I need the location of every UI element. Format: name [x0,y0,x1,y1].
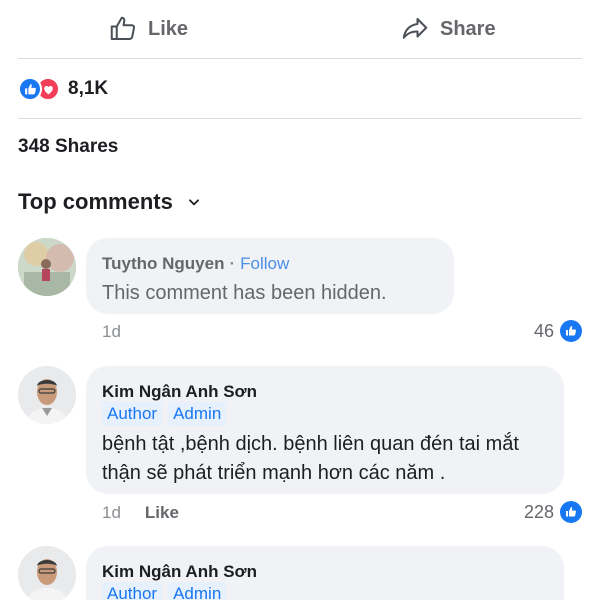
comment-time[interactable]: 1d [102,503,121,523]
comment-meta: 1d Like [102,503,179,523]
like-reaction-icon [18,77,42,101]
avatar[interactable] [18,238,76,296]
like-button[interactable]: Like [108,12,188,46]
like-reaction-icon [560,320,582,342]
share-button[interactable]: Share [400,12,496,46]
author-badge: Author [102,582,163,600]
share-label: Share [440,17,496,40]
comment-like-count[interactable]: 46 [534,320,582,342]
chevron-down-icon [188,199,199,206]
follow-link[interactable]: Follow [240,254,289,274]
comment-meta: 1d [102,322,121,342]
comment-like-button[interactable]: Like [145,503,179,523]
comment-header: Kim Ngân Anh Sơn [102,562,257,582]
separator-dot: · [229,254,236,273]
top-comments-dropdown[interactable]: Top comments [18,189,201,215]
share-arrow-icon [402,18,428,39]
admin-badge: Admin [168,582,227,600]
comment-like-number: 46 [533,320,554,341]
comment-bubble: Kim Ngân Anh Sơn Author Admin [86,546,564,600]
divider [18,118,582,119]
comment-author[interactable]: Tuytho Nguyen [102,254,224,274]
like-reaction-icon [560,501,582,523]
divider [18,58,582,59]
like-label: Like [148,17,189,40]
author-badge: Author [102,402,163,426]
comment-bubble: Kim Ngân Anh Sơn Author Admin bệnh tật ,… [86,366,564,494]
reaction-count: 8,1K [68,78,109,99]
comment-text: This comment has been hidden. [102,282,387,304]
post-action-bar: Like Share [0,0,600,58]
comment-header: Tuytho Nguyen · Follow [102,254,289,274]
comment-author[interactable]: Kim Ngân Anh Sơn [102,562,257,582]
comment-bubble: Tuytho Nguyen · Follow This comment has … [86,238,454,314]
comment-like-count[interactable]: 228 [524,501,582,523]
thumbs-up-icon [110,16,136,40]
admin-badge: Admin [168,402,227,426]
shares-count[interactable]: 348 Shares [18,136,118,158]
author-badges: Author Admin [102,582,227,600]
comment-time[interactable]: 1d [102,322,121,342]
comment-author[interactable]: Kim Ngân Anh Sơn [102,382,257,402]
top-comments-label: Top comments [18,189,173,214]
reactions-summary[interactable]: 8,1K [18,76,108,102]
comment-header: Kim Ngân Anh Sơn [102,382,257,402]
avatar[interactable] [18,366,76,424]
comment-like-number: 228 [523,501,554,522]
author-badges: Author Admin [102,402,227,426]
comment-text: bệnh tật ,bệnh dịch. bệnh liên quan đén … [102,433,519,484]
avatar[interactable] [18,546,76,600]
